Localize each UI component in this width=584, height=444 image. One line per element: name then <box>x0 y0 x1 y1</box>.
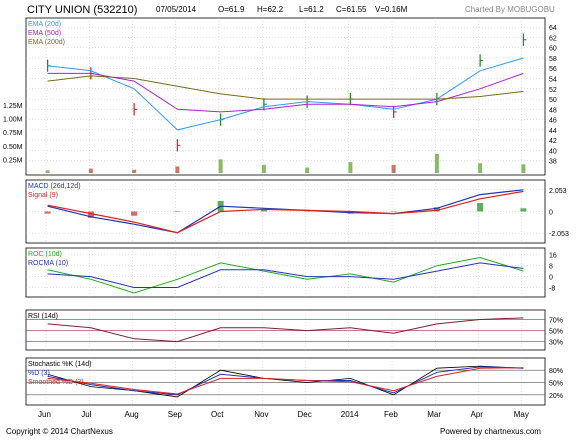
volume-bar <box>45 170 50 173</box>
y-tick-label: 8 <box>549 264 553 271</box>
legend-stoch-d: %D (3) <box>28 370 50 377</box>
y-tick-label: 44 <box>549 128 557 135</box>
x-tick-label: Mar <box>427 410 441 419</box>
macd-histogram-bar <box>520 208 527 212</box>
macd-histogram-bar <box>44 211 51 214</box>
y-tick-label: 46 <box>549 118 557 125</box>
y-tick-label: 42 <box>549 138 557 145</box>
volume-value: V=0.16M <box>375 5 408 14</box>
price-panel <box>25 17 546 176</box>
x-tick-label: Jul <box>81 410 91 419</box>
y-tick-label: 0 <box>549 275 553 282</box>
x-tick-label: Nov <box>254 410 268 419</box>
macd-histogram-bar <box>390 211 397 212</box>
y-tick-label: 52 <box>549 87 557 94</box>
legend-macd: MACD (26d,12d) <box>28 183 81 190</box>
rsi-panel <box>25 309 546 351</box>
volume-tick-label: 0.50M <box>3 144 23 151</box>
y-tick-label: 80% <box>549 368 563 375</box>
close-value: C=61.55 <box>336 5 367 14</box>
legend-rsi: RSI (14d) <box>28 313 58 320</box>
y-tick-label: 50 <box>549 97 557 104</box>
x-tick-label: Aug <box>125 410 139 419</box>
y-tick-label: 60 <box>549 46 557 53</box>
open-value: O=61.9 <box>218 5 245 14</box>
high-value: H=62.2 <box>257 5 284 14</box>
legend-rocma: ROCMA (10) <box>28 260 68 267</box>
y-tick-label: 0 <box>549 210 553 217</box>
y-tick-label: 50% <box>549 329 563 336</box>
y-tick-label: 38 <box>549 159 557 166</box>
x-tick-label: Oct <box>211 410 224 419</box>
macd-histogram-bar <box>477 203 484 212</box>
legend-ema50: EMA (50d) <box>28 30 61 37</box>
volume-tick-label: 0.25M <box>3 157 23 164</box>
y-tick-label: -2.053 <box>549 231 569 238</box>
volume-bar <box>478 163 483 173</box>
volume-tick-label: 1.00M <box>3 117 23 124</box>
y-tick-label: 56 <box>549 66 557 73</box>
volume-bar <box>391 164 396 173</box>
y-tick-label: 62 <box>549 35 557 42</box>
x-tick-label: Jun <box>38 410 51 419</box>
legend-stoch-smoothed-d: Smoothed %D (3) <box>28 379 84 386</box>
y-tick-label: 64 <box>549 25 557 32</box>
macd-histogram-bar <box>304 211 311 212</box>
y-tick-label: 16 <box>549 253 557 260</box>
stock-chart: CITY UNION (532210) 07/05/2014 O=61.9 H=… <box>0 0 584 439</box>
volume-bar <box>261 164 266 173</box>
y-tick-label: 58 <box>549 56 557 63</box>
volume-tick-label: 0.75M <box>3 130 23 137</box>
y-tick-label: 20% <box>549 393 563 400</box>
roc-panel <box>25 247 546 298</box>
legend-signal: Signal (9) <box>28 192 58 199</box>
powered-by-text: Powered by chartnexus.com <box>440 427 541 436</box>
x-tick-label: 2014 <box>341 410 359 419</box>
y-tick-label: 50% <box>549 381 563 388</box>
stochastic-panel <box>25 357 546 406</box>
y-tick-label: 30% <box>549 340 563 347</box>
legend-ema200: EMA (200d) <box>28 39 65 46</box>
chart-frame: CITY UNION (532210) 07/05/2014 O=61.9 H=… <box>0 0 584 439</box>
y-tick-label: 70% <box>549 318 563 325</box>
y-tick-label: 48 <box>549 107 557 114</box>
y-tick-label: 54 <box>549 77 557 84</box>
legend-ema20: EMA (20d) <box>28 21 61 28</box>
y-tick-label: 40 <box>549 148 557 155</box>
legend-stoch-k: Stochastic %K (14d) <box>28 361 91 368</box>
y-tick-label: -8 <box>549 286 555 293</box>
x-tick-label: May <box>514 410 529 419</box>
x-tick-label: Feb <box>384 410 398 419</box>
volume-bar <box>175 166 180 173</box>
low-value: L=61.2 <box>299 5 324 14</box>
volume-bar <box>132 169 137 173</box>
volume-bar <box>88 168 93 173</box>
macd-histogram-bar <box>131 211 138 216</box>
x-tick-label: Dec <box>298 410 312 419</box>
chart-title: CITY UNION (532210) <box>27 4 137 16</box>
macd-histogram-bar <box>174 211 181 212</box>
chart-credit: Charted By MOBUGOBU <box>465 5 555 14</box>
volume-bar <box>434 153 439 173</box>
y-tick-label: 2.053 <box>549 188 567 195</box>
x-tick-label: Apr <box>471 410 484 419</box>
volume-bar <box>348 162 353 173</box>
legend-roc: ROC (10d) <box>28 251 62 258</box>
volume-bar <box>521 164 526 173</box>
x-tick-label: Sep <box>168 410 183 419</box>
volume-tick-label: 1.25M <box>3 103 23 110</box>
volume-bar <box>305 167 310 173</box>
chart-date: 07/05/2014 <box>156 5 197 14</box>
copyright-text: Copyright © 2014 ChartNexus <box>6 427 113 436</box>
volume-bar <box>218 159 223 173</box>
